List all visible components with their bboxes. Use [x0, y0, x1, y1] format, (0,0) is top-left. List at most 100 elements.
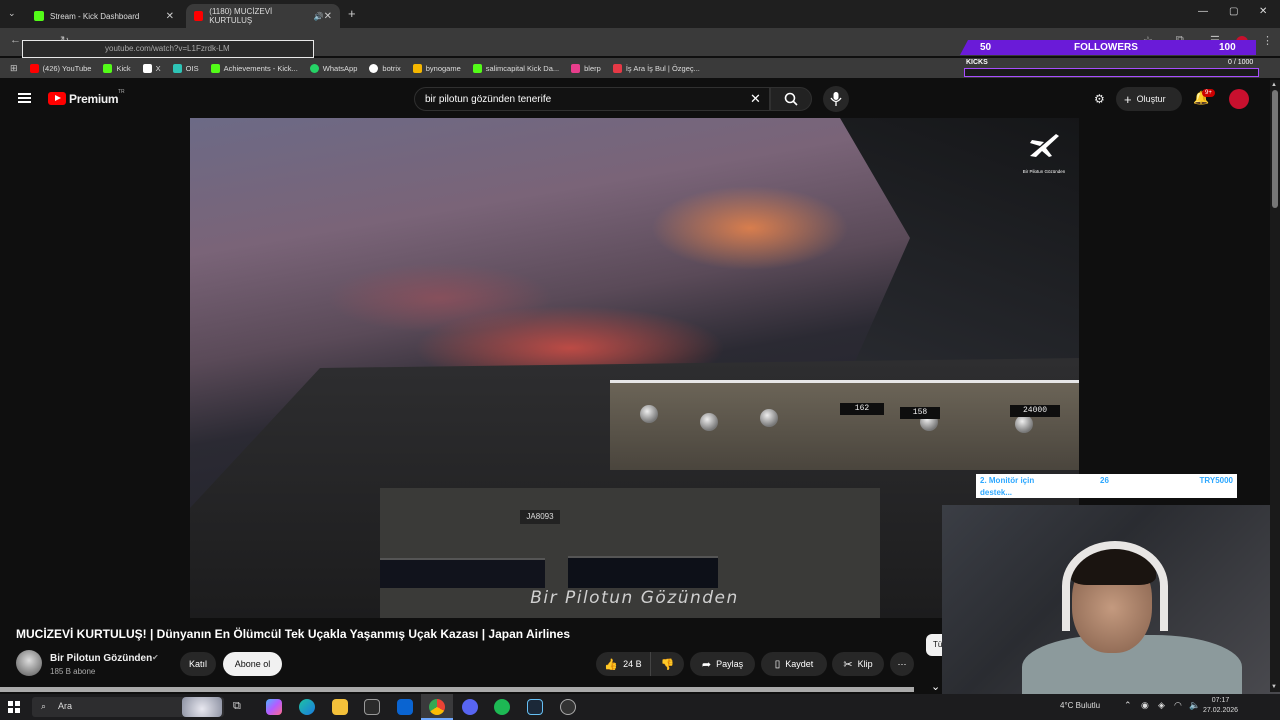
- bookmark-label: botrix: [382, 63, 401, 73]
- task-view-icon[interactable]: ⧉: [233, 700, 241, 713]
- bookmark-label: OIS: [185, 63, 199, 73]
- channel-name[interactable]: Bir Pilotun Gözünden: [50, 653, 152, 664]
- clock[interactable]: 07:17 27.02.2026: [1203, 696, 1238, 716]
- copilot-icon[interactable]: [266, 699, 282, 715]
- bookmark-x[interactable]: X: [142, 63, 161, 73]
- maximize-window-icon[interactable]: ▢: [1229, 6, 1238, 17]
- save-button[interactable]: ▯ Kaydet: [761, 652, 827, 676]
- clear-search-icon[interactable]: ✕: [750, 91, 761, 107]
- share-arrow-icon: ➦: [701, 658, 712, 671]
- search-query: bir pilotun gözünden tenerife: [425, 94, 552, 105]
- youtube-logo-icon[interactable]: [48, 92, 66, 105]
- microsoft-store-icon[interactable]: [364, 699, 380, 715]
- kicks-label: KICKS: [966, 59, 988, 66]
- channel-avatar[interactable]: [16, 650, 42, 676]
- tab-youtube-video[interactable]: (1180) MUCİZEVİ KURTULUŞ 🔊 ✕: [186, 4, 340, 28]
- cast-icon[interactable]: ⚙: [1094, 92, 1105, 106]
- mail-icon[interactable]: [397, 699, 413, 715]
- youtube-favicon-icon: [194, 11, 204, 21]
- clip-label: Klip: [857, 659, 873, 669]
- youtube-header: Premium TR bir pilotun gözünden tenerife…: [0, 80, 1270, 118]
- create-button[interactable]: + Oluştur: [1116, 87, 1182, 111]
- filter-chip[interactable]: Tü: [926, 634, 942, 656]
- bookmark-icon: ▯: [774, 658, 781, 670]
- plus-icon: +: [1124, 91, 1132, 107]
- bookmark-achievements[interactable]: Achievements - Kick...: [210, 63, 298, 73]
- tab-close-icon[interactable]: ✕: [166, 11, 174, 22]
- tab-close-icon[interactable]: ✕: [324, 11, 332, 22]
- bookmark-bynogame[interactable]: bynogame: [412, 63, 461, 73]
- clip-button[interactable]: ✂ Klip: [832, 652, 884, 676]
- scroll-down-arrow-icon[interactable]: ▼: [1271, 684, 1277, 690]
- chrome-icon[interactable]: [429, 699, 445, 715]
- donation-goal-label: 2. Monitör için: [980, 476, 1035, 485]
- windows-taskbar: ⌕ Ara ⧉ 4°C Bulutlu ⌃ ◉ ◈ ◠ 🔈 07:17 27.0…: [0, 694, 1280, 720]
- horizontal-scrollbar[interactable]: [0, 687, 914, 692]
- scroll-up-arrow-icon[interactable]: ▲: [1271, 82, 1277, 88]
- address-bar[interactable]: youtube.com/watch?v=L1Fzrdk-LM: [22, 40, 314, 58]
- follower-goal-overlay: 50 FOLLOWERS 100 KICKS 0 / 1000: [960, 40, 1260, 78]
- kicks-count: 0 / 1000: [1228, 59, 1254, 66]
- back-arrow-icon[interactable]: ←: [10, 34, 21, 46]
- edge-icon[interactable]: [299, 699, 315, 715]
- tab-kick-dashboard[interactable]: Stream - Kick Dashboard ✕: [26, 4, 182, 28]
- account-avatar[interactable]: [1229, 89, 1249, 109]
- join-button[interactable]: Katıl: [180, 652, 216, 676]
- wifi-icon[interactable]: ◠: [1174, 700, 1182, 711]
- verified-icon: ✔: [152, 653, 159, 662]
- share-button[interactable]: ➦ Paylaş: [690, 652, 755, 676]
- region-code: TR: [118, 89, 125, 95]
- minimize-window-icon[interactable]: —: [1198, 6, 1208, 17]
- windows-start-icon[interactable]: [8, 701, 20, 713]
- search-highlight-image: [182, 697, 222, 717]
- dislike-button[interactable]: 👎: [650, 652, 684, 676]
- tray-app-icon[interactable]: ◈: [1158, 700, 1165, 711]
- microphone-icon: [830, 92, 842, 106]
- bookmark-botrix[interactable]: botrix: [369, 63, 401, 73]
- more-actions-button[interactable]: ⋯: [890, 652, 914, 676]
- volume-icon[interactable]: 🔈: [1189, 700, 1200, 711]
- tab-search-chevron-icon[interactable]: ⌄: [8, 8, 16, 19]
- like-button[interactable]: 👍 24 B: [596, 652, 650, 676]
- kick-icon: [103, 63, 113, 73]
- new-tab-plus-icon[interactable]: +: [348, 6, 356, 21]
- menu-hamburger-icon[interactable]: [18, 93, 31, 103]
- bookmark-youtube[interactable]: (426) YouTube: [29, 63, 92, 73]
- browser-menu-icon[interactable]: ⋮: [1262, 34, 1273, 47]
- weather-status[interactable]: 4°C Bulutlu: [1060, 701, 1100, 710]
- youtube-icon: [29, 63, 39, 73]
- youtube-premium-brand[interactable]: Premium: [69, 92, 119, 106]
- chevron-down-icon[interactable]: ⌄: [931, 680, 940, 693]
- apps-grid-icon[interactable]: ⊞: [10, 63, 18, 74]
- voice-search-button[interactable]: [823, 86, 849, 112]
- video-title: MUCİZEVİ KURTULUŞ! | Dünyanın En Ölümcül…: [16, 627, 570, 641]
- panel-knob: [760, 409, 778, 427]
- bookmark-ois[interactable]: OIS: [172, 63, 199, 73]
- audio-playing-icon[interactable]: 🔊: [314, 12, 324, 21]
- bookmark-label: (426) YouTube: [42, 63, 92, 73]
- donation-goal-label-cut: destek...: [980, 488, 1013, 497]
- scrollbar-thumb[interactable]: [1272, 90, 1278, 208]
- search-button[interactable]: [770, 87, 812, 111]
- video-frame-display: [380, 558, 545, 588]
- tab-label: Stream - Kick Dashboard: [50, 11, 140, 21]
- bookmark-label: WhatsApp: [322, 63, 358, 73]
- bynogame-icon: [412, 63, 422, 73]
- steam-icon[interactable]: [527, 699, 543, 715]
- search-input[interactable]: bir pilotun gözünden tenerife: [414, 87, 770, 111]
- spotify-icon[interactable]: [494, 699, 510, 715]
- clock-time: 07:17: [1211, 697, 1230, 704]
- bookmark-kick[interactable]: Kick: [103, 63, 131, 73]
- discord-icon[interactable]: [462, 699, 478, 715]
- bookmark-is-ara[interactable]: İş Ara İş Bul | Özgeç...: [612, 63, 700, 73]
- obs-icon[interactable]: [560, 699, 576, 715]
- bookmark-whatsapp[interactable]: WhatsApp: [309, 63, 358, 73]
- tray-app-icon[interactable]: ◉: [1141, 700, 1149, 711]
- close-window-icon[interactable]: ✕: [1259, 6, 1267, 17]
- file-explorer-icon[interactable]: [332, 699, 348, 715]
- taskbar-search-input[interactable]: ⌕ Ara: [32, 697, 224, 717]
- bookmark-salimcapital[interactable]: salimcapital Kick Da...: [472, 63, 559, 73]
- bookmark-blerp[interactable]: blerp: [571, 63, 601, 73]
- subscribe-button[interactable]: Abone ol: [223, 652, 282, 676]
- tray-chevron-up-icon[interactable]: ⌃: [1124, 700, 1132, 711]
